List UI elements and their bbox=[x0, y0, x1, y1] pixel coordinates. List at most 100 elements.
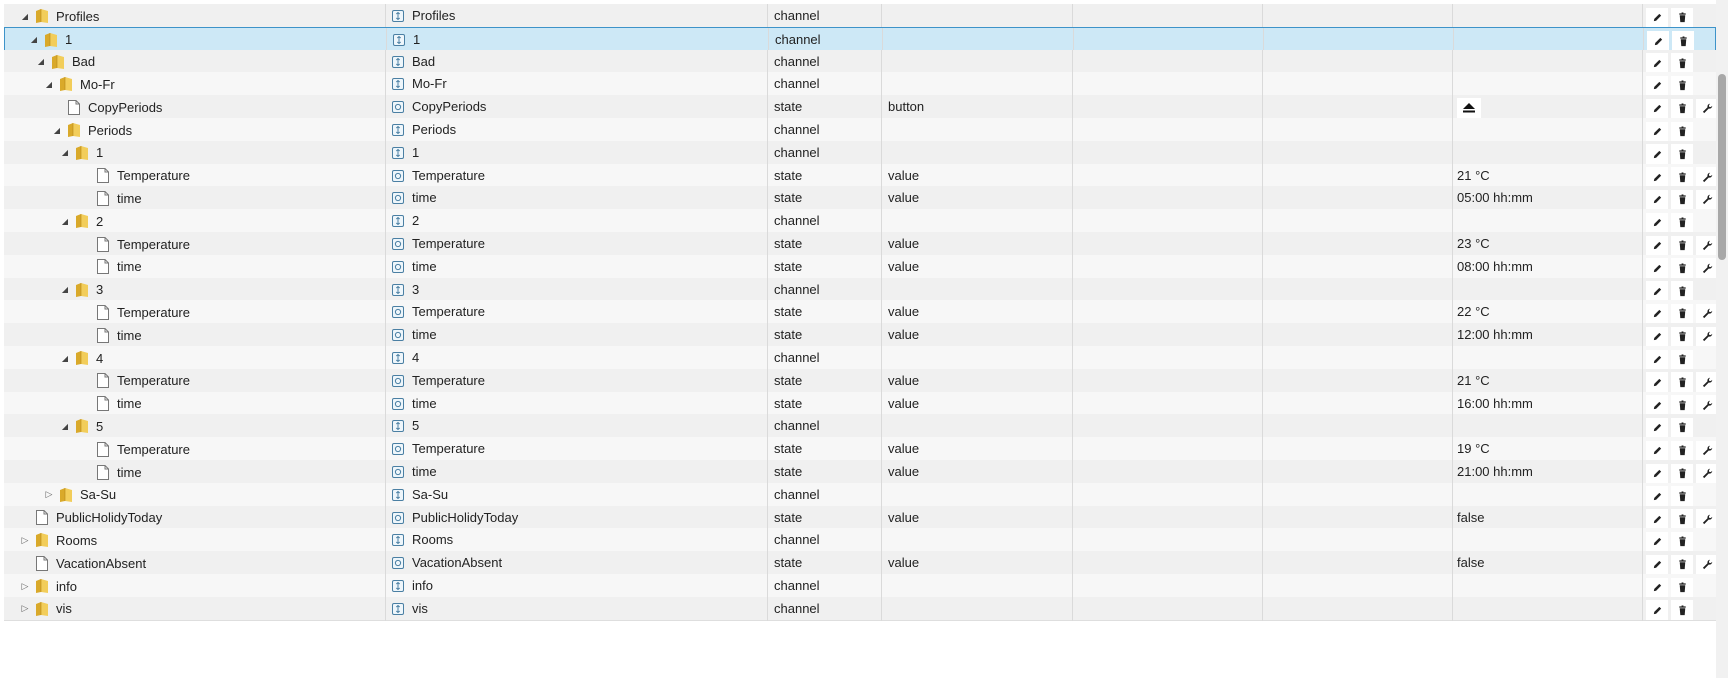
tree-row-state[interactable]: CopyPeriods CopyPeriods state button bbox=[4, 95, 1716, 120]
value-cell[interactable]: false bbox=[1453, 551, 1643, 576]
value-cell[interactable]: 21 °C bbox=[1453, 368, 1643, 393]
trash-icon[interactable] bbox=[1671, 235, 1693, 256]
trash-icon[interactable] bbox=[1671, 440, 1693, 461]
pencil-icon[interactable] bbox=[1646, 554, 1668, 575]
pencil-icon[interactable] bbox=[1646, 326, 1668, 347]
tree-row-state[interactable]: time time state value 08:00 hh:mm bbox=[4, 254, 1716, 279]
trash-icon[interactable] bbox=[1671, 417, 1693, 438]
trash-icon[interactable] bbox=[1671, 167, 1693, 188]
value-cell[interactable]: 22 °C bbox=[1453, 300, 1643, 325]
collapse-triangle-icon[interactable]: ◢ bbox=[58, 351, 72, 365]
value-cell[interactable]: 16:00 hh:mm bbox=[1453, 391, 1643, 416]
pencil-icon[interactable] bbox=[1646, 577, 1668, 598]
tree-row-state[interactable]: time time state value 05:00 hh:mm bbox=[4, 186, 1716, 211]
trash-icon[interactable] bbox=[1671, 212, 1693, 233]
pencil-icon[interactable] bbox=[1646, 235, 1668, 256]
tree-row-channel[interactable]: ▷ Rooms Rooms channel bbox=[4, 528, 1716, 553]
collapse-triangle-icon[interactable]: ◢ bbox=[58, 214, 72, 228]
tree-row-state[interactable]: Temperature Temperature state value 22 °C bbox=[4, 300, 1716, 325]
collapse-triangle-icon[interactable]: ◢ bbox=[27, 33, 41, 47]
pencil-icon[interactable] bbox=[1646, 121, 1668, 142]
collapse-triangle-icon[interactable]: ◢ bbox=[58, 146, 72, 160]
wrench-icon[interactable] bbox=[1696, 303, 1716, 324]
wrench-icon[interactable] bbox=[1696, 326, 1716, 347]
trash-icon[interactable] bbox=[1671, 395, 1693, 416]
pencil-icon[interactable] bbox=[1646, 144, 1668, 165]
trash-icon[interactable] bbox=[1671, 75, 1693, 96]
tree-row-state[interactable]: time time state value 12:00 hh:mm bbox=[4, 323, 1716, 348]
pencil-icon[interactable] bbox=[1646, 281, 1668, 302]
pencil-icon[interactable] bbox=[1646, 395, 1668, 416]
tree-row-channel[interactable]: ◢ 1 1 channel bbox=[4, 26, 1716, 52]
value-cell[interactable]: 23 °C bbox=[1453, 232, 1643, 256]
collapse-triangle-icon[interactable]: ◢ bbox=[34, 55, 48, 69]
wrench-icon[interactable] bbox=[1696, 509, 1716, 530]
pencil-icon[interactable] bbox=[1646, 303, 1668, 324]
trash-icon[interactable] bbox=[1671, 7, 1693, 28]
expand-triangle-icon[interactable]: ▷ bbox=[18, 579, 32, 593]
trash-icon[interactable] bbox=[1671, 258, 1693, 279]
trash-icon[interactable] bbox=[1672, 31, 1694, 52]
value-cell[interactable]: 21:00 hh:mm bbox=[1453, 460, 1643, 484]
collapse-triangle-icon[interactable]: ◢ bbox=[18, 9, 32, 23]
pencil-icon[interactable] bbox=[1646, 167, 1668, 188]
tree-row-channel[interactable]: ◢ Bad Bad channel bbox=[4, 49, 1716, 74]
tree-row-channel[interactable]: ▷ info info channel bbox=[4, 574, 1716, 598]
wrench-icon[interactable] bbox=[1696, 440, 1716, 461]
tree-row-channel[interactable]: ◢ 1 1 channel bbox=[4, 140, 1716, 165]
trash-icon[interactable] bbox=[1671, 144, 1693, 165]
expand-triangle-icon[interactable]: ▷ bbox=[42, 488, 56, 502]
tree-row-state[interactable]: time time state value 21:00 hh:mm bbox=[4, 460, 1716, 484]
trash-icon[interactable] bbox=[1671, 326, 1693, 347]
collapse-triangle-icon[interactable]: ◢ bbox=[58, 283, 72, 297]
tree-row-channel[interactable]: ◢ 2 2 channel bbox=[4, 209, 1716, 234]
value-cell[interactable]: false bbox=[1453, 505, 1643, 530]
trash-icon[interactable] bbox=[1671, 189, 1693, 210]
tree-row-state[interactable]: time time state value 16:00 hh:mm bbox=[4, 391, 1716, 416]
trash-icon[interactable] bbox=[1671, 486, 1693, 507]
wrench-icon[interactable] bbox=[1696, 167, 1716, 188]
value-cell[interactable]: 05:00 hh:mm bbox=[1453, 186, 1643, 211]
value-cell[interactable]: 21 °C bbox=[1453, 163, 1643, 188]
trash-icon[interactable] bbox=[1671, 372, 1693, 393]
collapse-triangle-icon[interactable]: ◢ bbox=[50, 123, 64, 137]
trash-icon[interactable] bbox=[1671, 509, 1693, 530]
eject-icon[interactable] bbox=[1457, 98, 1481, 119]
wrench-icon[interactable] bbox=[1696, 235, 1716, 256]
tree-row-state[interactable]: Temperature Temperature state value 19 °C bbox=[4, 437, 1716, 462]
trash-icon[interactable] bbox=[1671, 349, 1693, 370]
trash-icon[interactable] bbox=[1671, 463, 1693, 484]
pencil-icon[interactable] bbox=[1646, 531, 1668, 552]
tree-row-state[interactable]: Temperature Temperature state value 21 °C bbox=[4, 163, 1716, 188]
trash-icon[interactable] bbox=[1671, 600, 1693, 621]
tree-row-channel[interactable]: ◢ Mo-Fr Mo-Fr channel bbox=[4, 72, 1716, 97]
trash-icon[interactable] bbox=[1671, 577, 1693, 598]
value-cell[interactable] bbox=[1453, 95, 1643, 120]
pencil-icon[interactable] bbox=[1646, 98, 1668, 119]
tree-row-channel[interactable]: ◢ 3 3 channel bbox=[4, 277, 1716, 302]
pencil-icon[interactable] bbox=[1646, 440, 1668, 461]
scrollbar-thumb[interactable] bbox=[1718, 74, 1726, 260]
tree-row-state[interactable]: VacationAbsent VacationAbsent state value fa… bbox=[4, 551, 1716, 576]
pencil-icon[interactable] bbox=[1646, 349, 1668, 370]
tree-row-channel[interactable]: ◢ Profiles Profiles channel bbox=[4, 4, 1716, 28]
tree-row-channel[interactable]: ▷ vis vis channel bbox=[4, 596, 1716, 621]
wrench-icon[interactable] bbox=[1696, 395, 1716, 416]
pencil-icon[interactable] bbox=[1646, 212, 1668, 233]
wrench-icon[interactable] bbox=[1696, 463, 1716, 484]
pencil-icon[interactable] bbox=[1646, 258, 1668, 279]
trash-icon[interactable] bbox=[1671, 531, 1693, 552]
tree-row-state[interactable]: Temperature Temperature state value 23 °C bbox=[4, 232, 1716, 256]
pencil-icon[interactable] bbox=[1647, 31, 1669, 52]
collapse-triangle-icon[interactable]: ◢ bbox=[58, 419, 72, 433]
tree-row-channel[interactable]: ◢ 4 4 channel bbox=[4, 346, 1716, 370]
tree-row-state[interactable]: Temperature Temperature state value 21 °C bbox=[4, 368, 1716, 393]
wrench-icon[interactable] bbox=[1696, 372, 1716, 393]
wrench-icon[interactable] bbox=[1696, 189, 1716, 210]
collapse-triangle-icon[interactable]: ◢ bbox=[42, 77, 56, 91]
wrench-icon[interactable] bbox=[1696, 258, 1716, 279]
pencil-icon[interactable] bbox=[1646, 463, 1668, 484]
expand-triangle-icon[interactable]: ▷ bbox=[18, 533, 32, 547]
pencil-icon[interactable] bbox=[1646, 417, 1668, 438]
pencil-icon[interactable] bbox=[1646, 509, 1668, 530]
